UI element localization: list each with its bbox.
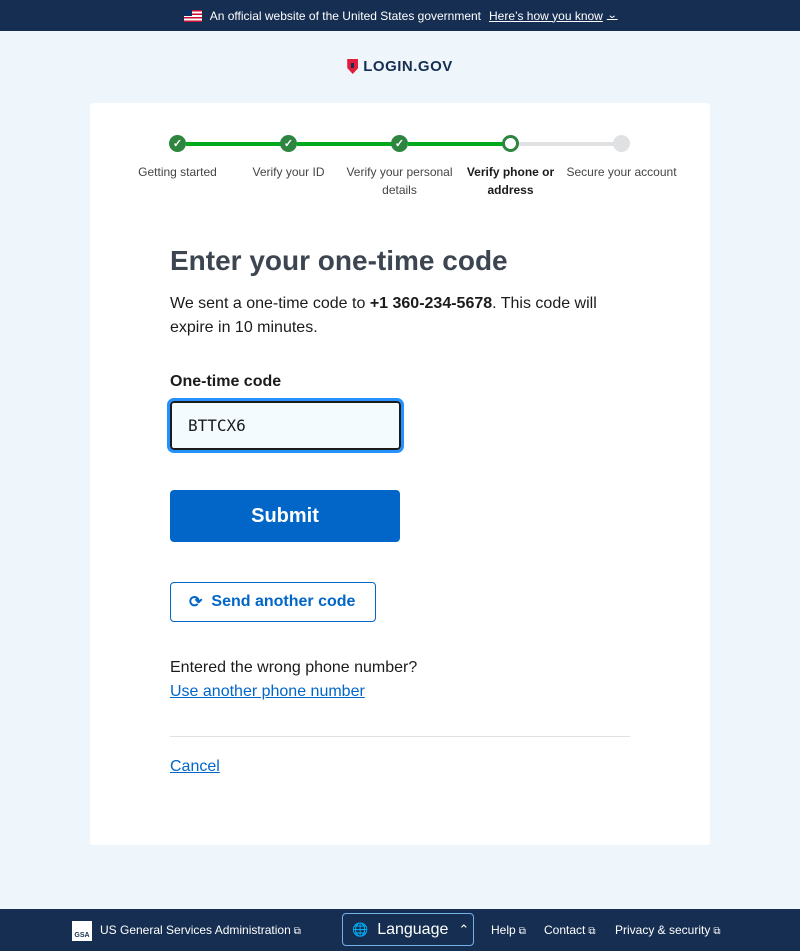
step-label-secure-account: Secure your account [566, 165, 677, 179]
gsa-link[interactable]: US General Services Administration ⧉ [100, 923, 301, 937]
contact-link[interactable]: Contact ⧉ [544, 923, 596, 937]
privacy-link-label: Privacy & security [615, 923, 711, 937]
step-connector [186, 142, 287, 146]
step-label-getting-started: Getting started [138, 165, 217, 179]
footer: GSA US General Services Administration ⧉ … [0, 909, 800, 951]
one-time-code-input[interactable] [167, 398, 404, 453]
step-complete-check-icon: ✓ [391, 135, 408, 152]
one-time-code-label: One-time code [170, 373, 282, 390]
send-another-code-label: Send another code [211, 593, 356, 610]
gov-banner-text: An official website of the United States… [209, 8, 482, 23]
language-button[interactable]: 🌐 Language ⌃ [342, 913, 474, 946]
external-link-icon: ⧉ [713, 926, 721, 937]
step-connector [408, 142, 509, 146]
heres-how-you-know-label: Here’s how you know [489, 8, 603, 23]
us-flag-icon [183, 9, 202, 22]
step-complete-check-icon: ✓ [280, 135, 297, 152]
globe-icon: 🌐 [352, 921, 369, 937]
divider [170, 736, 630, 737]
step-connector [297, 142, 398, 146]
gov-banner: An official website of the United States… [0, 0, 800, 31]
step-label-verify-phone: Verify phone or address [466, 165, 555, 197]
logo-text: LOGIN.GOV [363, 58, 453, 75]
step-connector [519, 142, 620, 146]
step-indicator: ✓ ✓ ✓ Getting started Verify your ID Ver… [122, 134, 677, 204]
submit-button[interactable]: Submit [170, 490, 400, 542]
use-another-phone-link[interactable]: Use another phone number [170, 683, 365, 700]
heres-how-you-know-link[interactable]: Here’s how you know ⌄ [489, 8, 618, 23]
chevron-down-icon: ⌄ [606, 10, 618, 21]
wrong-number-text: Entered the wrong phone number? [170, 659, 418, 676]
external-link-icon: ⧉ [293, 926, 301, 937]
shield-icon [347, 59, 359, 74]
intro-text-before: We sent a one-time code to [170, 295, 370, 312]
phone-number: +1 360-234-5678 [369, 295, 493, 312]
help-link[interactable]: Help ⧉ [491, 923, 526, 937]
login-gov-logo[interactable]: LOGIN.GOV [0, 58, 800, 75]
gsa-logo-icon: GSA [72, 921, 92, 941]
external-link-icon: ⧉ [588, 926, 596, 937]
send-another-code-button[interactable]: ⟳ Send another code [170, 582, 377, 622]
cancel-link[interactable]: Cancel [170, 755, 220, 779]
step-incomplete-icon [613, 135, 630, 152]
gsa-link-label: US General Services Administration [100, 923, 291, 937]
intro-text: We sent a one-time code to +1 360-234-56… [170, 292, 630, 340]
external-link-icon: ⧉ [518, 926, 526, 937]
step-current-icon [502, 135, 519, 152]
refresh-icon: ⟳ [189, 594, 203, 611]
step-complete-check-icon: ✓ [169, 135, 186, 152]
otp-form: Enter your one-time code We sent a one-t… [167, 243, 630, 779]
contact-link-label: Contact [544, 923, 586, 937]
step-label-personal-details: Verify your personal details [346, 165, 453, 197]
step-label-verify-id: Verify your ID [252, 165, 325, 179]
help-link-label: Help [491, 923, 516, 937]
main-card: ✓ ✓ ✓ Getting started Verify your ID Ver… [90, 103, 710, 845]
chevron-up-icon: ⌃ [458, 921, 470, 937]
page-title: Enter your one-time code [170, 245, 508, 276]
privacy-security-link[interactable]: Privacy & security ⧉ [615, 923, 721, 937]
language-label: Language [377, 920, 449, 938]
